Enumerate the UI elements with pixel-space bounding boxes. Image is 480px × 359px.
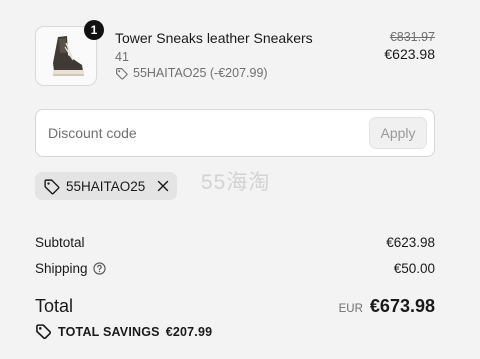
- shipping-info-button[interactable]: [92, 262, 106, 275]
- shipping-label-group: Shipping: [35, 261, 106, 276]
- quantity-badge: 1: [84, 20, 104, 40]
- apply-button[interactable]: Apply: [369, 117, 427, 149]
- discount-code-input[interactable]: [36, 110, 356, 156]
- total-savings: TOTAL SAVINGS €207.99: [35, 323, 212, 340]
- product-variant: 41: [115, 50, 129, 64]
- item-prices: €831.97 €623.98: [384, 30, 435, 62]
- product-title: Tower Sneaks leather Sneakers: [115, 30, 313, 46]
- total-label: Total: [35, 296, 74, 316]
- close-icon: [158, 180, 169, 192]
- remove-discount-button[interactable]: [157, 180, 169, 192]
- item-discount-text: 55HAITAO25 (-€207.99): [133, 66, 268, 80]
- subtotal-row: Subtotal €623.98: [35, 235, 435, 250]
- tag-icon: [44, 178, 60, 194]
- tag-icon: [116, 67, 128, 80]
- discount-form: Apply: [35, 109, 435, 157]
- total-amount-group: EUR €673.98: [339, 296, 435, 317]
- total-row: Total EUR €673.98: [35, 296, 435, 317]
- sneaker-icon: [53, 36, 84, 76]
- subtotal-label: Subtotal: [35, 235, 85, 250]
- subtotal-value: €623.98: [386, 235, 435, 250]
- shipping-label: Shipping: [35, 261, 88, 276]
- savings-tag-icon: [36, 324, 52, 340]
- shipping-value: €50.00: [393, 261, 435, 276]
- savings-value: €207.99: [165, 324, 213, 339]
- currency-code: EUR: [338, 303, 363, 315]
- item-info: Tower Sneaks leather Sneakers 41 55HAITA…: [115, 30, 313, 80]
- total-value: €673.98: [369, 296, 435, 316]
- help-icon: [92, 262, 106, 275]
- final-price: €623.98: [384, 46, 435, 62]
- watermark: 55海淘: [201, 171, 271, 194]
- original-price: €831.97: [389, 30, 435, 44]
- item-discount: 55HAITAO25 (-€207.99): [115, 66, 313, 80]
- applied-discount-chip: 55HAITAO25: [35, 172, 178, 200]
- savings-label: TOTAL SAVINGS: [58, 324, 160, 339]
- line-item: 1 Tower Sneaks leather Sneakers 41 55HAI…: [35, 20, 435, 90]
- applied-code-text: 55HAITAO25: [66, 178, 146, 194]
- order-summary: 1 Tower Sneaks leather Sneakers 41 55HAI…: [0, 0, 480, 359]
- shipping-row: Shipping €50.00: [35, 261, 435, 276]
